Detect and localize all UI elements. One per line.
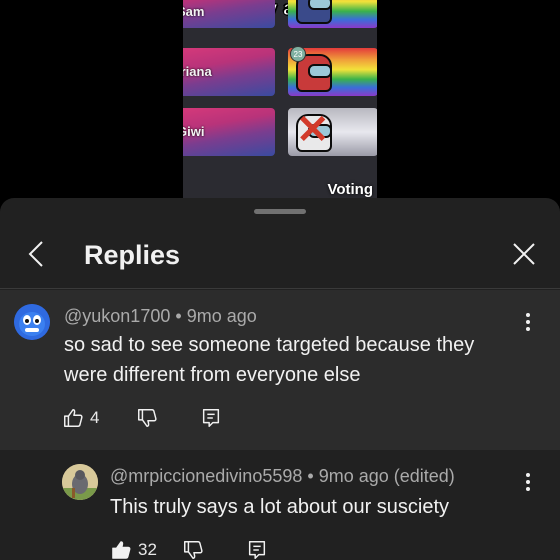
- replies-header: Replies: [0, 226, 560, 286]
- video-avatar-tile: [288, 0, 377, 28]
- video-status-label: Voting: [327, 181, 373, 198]
- meta-separator: •: [307, 466, 314, 486]
- comment-time: 9mo ago (edited): [318, 466, 455, 486]
- comment-text: This truly says a lot about our susciety: [110, 496, 450, 518]
- comment-meta: @yukon1700 • 9mo ago: [64, 306, 257, 327]
- like-button[interactable]: 4: [62, 404, 99, 432]
- dislike-button[interactable]: [182, 536, 204, 560]
- video-frame: gay ass Sam lriana 23 Giwi ✕: [183, 0, 377, 200]
- reply-button[interactable]: [246, 536, 268, 560]
- close-icon[interactable]: [508, 238, 540, 270]
- header-divider: [0, 288, 560, 289]
- comment-time: 9mo ago: [186, 306, 257, 326]
- video-player-card: Giwi: [183, 108, 275, 156]
- video-player-name: lriana: [183, 64, 212, 79]
- reply-button[interactable]: [200, 404, 222, 432]
- pigeon-avatar-icon: [62, 464, 98, 500]
- more-options-icon[interactable]: [518, 310, 538, 334]
- comment-author[interactable]: @yukon1700: [64, 306, 170, 326]
- comment-meta: @mrpiccionedivino5598 • 9mo ago (edited): [110, 466, 455, 487]
- like-count: 32: [138, 540, 157, 559]
- yukon-avatar-icon: [14, 304, 50, 340]
- reply-comment-icon: [202, 409, 220, 427]
- dislike-button[interactable]: [136, 404, 158, 432]
- video-level-badge: 23: [290, 46, 306, 62]
- video-player-name: Sam: [183, 4, 205, 19]
- video-vote-row: Sam: [183, 0, 377, 28]
- video-vote-row: lriana 23: [183, 46, 377, 96]
- thumbs-down-icon: [184, 541, 203, 559]
- comment-item: @yukon1700 • 9mo ago so sad to see someo…: [0, 290, 560, 450]
- crewmate-avatar: [296, 0, 332, 24]
- comment-item: @mrpiccionedivino5598 • 9mo ago (edited)…: [0, 450, 560, 560]
- video-player-card: lriana: [183, 48, 275, 96]
- avatar[interactable]: [62, 464, 98, 500]
- page-title: Replies: [84, 240, 181, 270]
- eliminated-x-icon: ✕: [296, 108, 330, 152]
- comment-author[interactable]: @mrpiccionedivino5598: [110, 466, 302, 486]
- video-vote-row: Giwi ✕: [183, 108, 377, 156]
- replies-sheet: Replies @yukon1700 • 9mo ago so sad to s…: [0, 198, 560, 560]
- meta-separator: •: [175, 306, 182, 326]
- video-player-name: Giwi: [183, 124, 205, 139]
- video-player-card: Sam: [183, 0, 275, 28]
- like-button[interactable]: 32: [110, 536, 157, 560]
- more-options-icon[interactable]: [518, 470, 538, 494]
- reply-comment-icon: [248, 541, 266, 559]
- thumbs-up-icon: [64, 409, 83, 427]
- avatar[interactable]: [14, 304, 50, 340]
- back-arrow-icon[interactable]: [22, 238, 54, 270]
- like-count: 4: [90, 408, 100, 427]
- video-player[interactable]: gay ass Sam lriana 23 Giwi ✕: [0, 0, 560, 200]
- drag-handle[interactable]: [254, 209, 306, 214]
- video-avatar-tile: ✕: [288, 108, 377, 156]
- video-avatar-tile: 23: [288, 46, 377, 96]
- comment-text: so sad to see someone targeted because t…: [64, 334, 475, 386]
- thumbs-up-filled-icon: [112, 541, 131, 559]
- thumbs-down-icon: [138, 409, 157, 427]
